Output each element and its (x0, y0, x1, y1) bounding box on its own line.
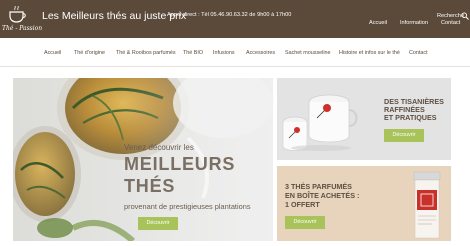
search-label[interactable]: Recherche (437, 13, 464, 19)
logo[interactable]: Thé - Passion (2, 2, 43, 36)
promo2-line3: 1 OFFERT (285, 200, 320, 209)
logo-text: Thé - Passion (2, 25, 43, 32)
top-link-accueil[interactable]: Accueil (369, 20, 387, 26)
hero-discover-button[interactable]: Découvrir (138, 217, 178, 230)
hero-subtitle: provenant de prestigieuses plantations (124, 202, 251, 211)
top-header: Thé - Passion Les Meilleurs thés au just… (0, 0, 470, 38)
hero-intro: Venez découvrir les (124, 143, 194, 152)
hero-title-line1: MEILLEURS (124, 154, 236, 174)
tea-tin-image (413, 171, 441, 239)
nav-item-the-bio[interactable]: Thé BIO (183, 50, 203, 56)
main-navigation: Accueil Thé d'origine Thé & Rooibos parf… (0, 38, 470, 67)
phone-info: Appel direct : Tél 05.46.90.63.32 de 9h0… (167, 12, 292, 18)
nav-item-infusions[interactable]: Infusions (213, 50, 235, 56)
site-tagline: Les Meilleurs thés au juste prix (42, 10, 187, 22)
promo1-discover-button[interactable]: Découvrir (384, 129, 424, 142)
promo2-discover-button[interactable]: Découvrir (285, 216, 325, 229)
nav-item-sachet-mousseline[interactable]: Sachet mousseline (285, 50, 331, 56)
hero-title-line2: THÉS (124, 176, 176, 196)
nav-item-the-rooibos[interactable]: Thé & Rooibos parfumés (116, 50, 176, 56)
top-link-contact[interactable]: Contact (441, 20, 460, 26)
nav-item-accessoires[interactable]: Accessoires (246, 50, 275, 56)
promo-the-parfumes[interactable]: 3 THÉS PARFUMÉS EN BOÎTE ACHETÉS : 1 OFF… (277, 166, 451, 241)
nav-item-the-origine[interactable]: Thé d'origine (74, 50, 105, 56)
search-icon[interactable] (461, 12, 469, 20)
promo1-line3: ET PRATIQUES (384, 113, 437, 122)
teacup-icon (9, 6, 26, 23)
top-link-information[interactable]: Information (400, 20, 428, 26)
nav-item-contact[interactable]: Contact (409, 50, 428, 56)
nav-item-accueil[interactable]: Accueil (44, 50, 61, 56)
nav-item-histoire[interactable]: Histoire et infos sur le thé (339, 50, 400, 56)
promo-tisanieres[interactable]: DES TISANIÈRES RAFFINÉES ET PRATIQUES Dé… (277, 78, 451, 160)
teapot-cups-image (282, 94, 358, 151)
